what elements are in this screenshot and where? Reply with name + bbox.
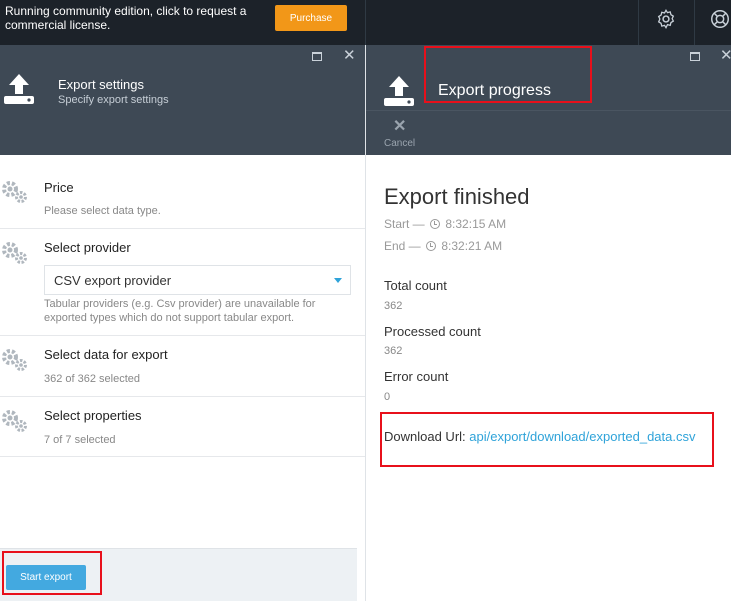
- section-title: Price: [44, 180, 74, 195]
- gear-icon[interactable]: [655, 8, 677, 30]
- purchase-button[interactable]: Purchase: [275, 5, 347, 31]
- section-description: 362 of 362 selected: [44, 373, 141, 385]
- export-icon: [384, 76, 414, 106]
- start-time: 8:32:15 AM: [445, 217, 507, 231]
- provider-select[interactable]: CSV export provider: [44, 265, 351, 295]
- total-count-value: 362: [384, 300, 403, 312]
- section-description: Please select data type.: [44, 205, 161, 217]
- section-description: 7 of 7 selected: [44, 434, 116, 446]
- top-bar: Running community edition, click to requ…: [0, 0, 731, 45]
- gears-icon: [2, 410, 27, 432]
- error-count-value: 0: [384, 391, 391, 403]
- maximize-icon[interactable]: [312, 52, 322, 61]
- blade-toolbar: ✕ Cancel: [366, 110, 731, 154]
- end-time: 8:32:21 AM: [441, 239, 503, 253]
- export-progress-blade: ✕ Export progress ✕ Cancel Export finish…: [365, 45, 731, 601]
- section-title: Select properties: [44, 408, 142, 423]
- annotation-highlight: [424, 46, 592, 103]
- cancel-icon[interactable]: ✕: [393, 116, 406, 136]
- start-time-row: Start — 8:32:15 AM: [384, 217, 506, 231]
- section-properties[interactable]: Select properties 7 of 7 selected: [0, 397, 365, 457]
- blade-subtitle: Specify export settings: [58, 94, 169, 106]
- section-title: Select provider: [44, 240, 131, 255]
- maximize-icon[interactable]: [690, 52, 700, 61]
- topbar-divider: [638, 0, 639, 45]
- annotation-highlight: [2, 551, 102, 595]
- gears-icon: [2, 181, 27, 203]
- topbar-divider: [694, 0, 695, 45]
- section-description: Tabular providers (e.g. Csv provider) ar…: [44, 298, 316, 324]
- export-icon: [4, 74, 34, 104]
- section-data[interactable]: Select data for export 362 of 362 select…: [0, 336, 365, 397]
- blade-header: Export settings Specify export settings: [0, 68, 365, 155]
- close-icon[interactable]: ✕: [343, 47, 356, 64]
- end-label: End —: [384, 239, 421, 253]
- processed-count-value: 362: [384, 345, 403, 357]
- blade-title: Export settings: [58, 77, 144, 92]
- blade-controls: ✕: [0, 45, 365, 68]
- topbar-divider: [365, 0, 366, 45]
- license-notice[interactable]: Running community edition, click to requ…: [5, 4, 265, 32]
- total-count-label: Total count: [384, 278, 447, 293]
- lifebuoy-icon[interactable]: [709, 8, 731, 30]
- close-icon[interactable]: ✕: [720, 47, 731, 64]
- gears-icon: [2, 242, 27, 264]
- export-status: Export finished: [384, 184, 530, 209]
- section-price[interactable]: Price Please select data type.: [0, 168, 365, 229]
- end-time-row: End — 8:32:21 AM: [384, 239, 502, 253]
- clock-icon: [430, 219, 441, 229]
- chevron-down-icon: [334, 278, 342, 283]
- clock-icon: [426, 241, 437, 251]
- processed-count-label: Processed count: [384, 324, 481, 339]
- start-label: Start —: [384, 217, 425, 231]
- provider-select-value: CSV export provider: [54, 273, 172, 288]
- cancel-button[interactable]: Cancel: [384, 138, 415, 149]
- error-count-label: Error count: [384, 369, 449, 384]
- section-title: Select data for export: [44, 347, 168, 362]
- gears-icon: [2, 349, 27, 371]
- annotation-highlight: [380, 412, 714, 467]
